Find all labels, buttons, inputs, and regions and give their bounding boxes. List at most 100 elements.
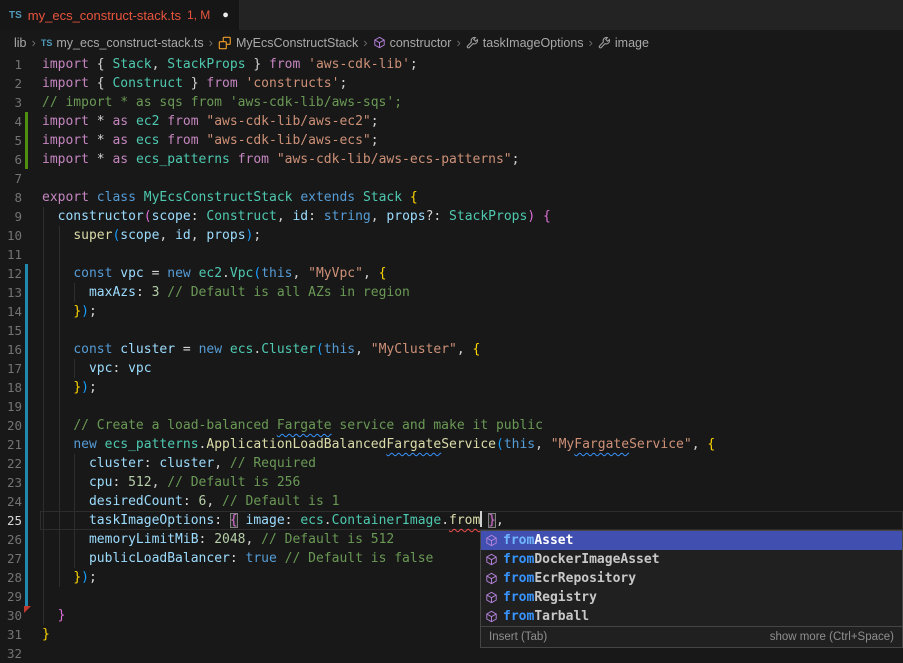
code-text[interactable]: import * as ecs from "aws-cdk-lib/aws-ec…	[42, 131, 903, 150]
code-line-12[interactable]: 12 const vpc = new ec2.Vpc(this, "MyVpc"…	[0, 264, 903, 283]
code-text[interactable]: });	[42, 302, 903, 321]
code-line-8[interactable]: 8export class MyEcsConstructStack extend…	[0, 188, 903, 207]
code-line-21[interactable]: 21 new ecs_patterns.ApplicationLoadBalan…	[0, 435, 903, 454]
code-text[interactable]: // Create a load-balanced Fargate servic…	[42, 416, 903, 435]
gutter[interactable]: 32	[0, 644, 42, 663]
gutter[interactable]: 12	[0, 264, 42, 283]
code-text[interactable]: import { Stack, StackProps } from 'aws-c…	[42, 55, 903, 74]
gutter[interactable]: 10	[0, 226, 42, 245]
code-text[interactable]: const vpc = new ec2.Vpc(this, "MyVpc", {	[42, 264, 903, 283]
code-text[interactable]: });	[42, 378, 903, 397]
code-line-13[interactable]: 13 maxAzs: 3 // Default is all AZs in re…	[0, 283, 903, 302]
code-line-23[interactable]: 23 cpu: 512, // Default is 256	[0, 473, 903, 492]
code-line-9[interactable]: 9 constructor(scope: Construct, id: stri…	[0, 207, 903, 226]
breadcrumb-item-image[interactable]: image	[598, 36, 649, 50]
gutter[interactable]: 19	[0, 397, 42, 416]
code-line-17[interactable]: 17 vpc: vpc	[0, 359, 903, 378]
code-line-10[interactable]: 10 super(scope, id, props);	[0, 226, 903, 245]
gutter[interactable]: 24	[0, 492, 42, 511]
gutter[interactable]: 27	[0, 549, 42, 568]
gutter[interactable]: 3	[0, 93, 42, 112]
gutter[interactable]: 31	[0, 625, 42, 644]
code-line-2[interactable]: 2import { Construct } from 'constructs';	[0, 74, 903, 93]
gutter[interactable]: 26	[0, 530, 42, 549]
code-text[interactable]: maxAzs: 3 // Default is all AZs in regio…	[42, 283, 903, 302]
gutter[interactable]: 8	[0, 188, 42, 207]
code-text[interactable]: import { Construct } from 'constructs';	[42, 74, 903, 93]
code-line-22[interactable]: 22 cluster: cluster, // Required	[0, 454, 903, 473]
gutter[interactable]: 13	[0, 283, 42, 302]
breadcrumb-item-lib[interactable]: lib	[14, 36, 27, 50]
gutter[interactable]: 29	[0, 587, 42, 606]
code-text[interactable]	[42, 321, 903, 340]
suggest-item-fromEcrRepository[interactable]: fromEcrRepository	[481, 569, 902, 588]
suggest-item-fromDockerImageAsset[interactable]: fromDockerImageAsset	[481, 550, 902, 569]
code-line-18[interactable]: 18 });	[0, 378, 903, 397]
gutter[interactable]: 28	[0, 568, 42, 587]
code-line-25[interactable]: 25 taskImageOptions: { image: ecs.Contai…	[0, 511, 903, 530]
code-editor[interactable]: 1import { Stack, StackProps } from 'aws-…	[0, 55, 903, 663]
suggest-item-fromRegistry[interactable]: fromRegistry	[481, 588, 902, 607]
code-line-16[interactable]: 16 const cluster = new ecs.Cluster(this,…	[0, 340, 903, 359]
gutter[interactable]: 25	[0, 511, 42, 530]
code-line-20[interactable]: 20 // Create a load-balanced Fargate ser…	[0, 416, 903, 435]
gutter[interactable]: 6	[0, 150, 42, 169]
suggest-show-more-hint[interactable]: show more (Ctrl+Space)	[770, 631, 894, 643]
gutter[interactable]: 11	[0, 245, 42, 264]
gutter[interactable]: 15	[0, 321, 42, 340]
code-text[interactable]: export class MyEcsConstructStack extends…	[42, 188, 903, 207]
code-text[interactable]: // import * as sqs from 'aws-cdk-lib/aws…	[42, 93, 903, 112]
gutter[interactable]: 5	[0, 131, 42, 150]
code-text[interactable]	[42, 245, 903, 264]
code-line-19[interactable]: 19	[0, 397, 903, 416]
code-line-1[interactable]: 1import { Stack, StackProps } from 'aws-…	[0, 55, 903, 74]
gutter[interactable]: 30	[0, 606, 42, 625]
code-text[interactable]: constructor(scope: Construct, id: string…	[42, 207, 903, 226]
gutter[interactable]: 4	[0, 112, 42, 131]
code-line-24[interactable]: 24 desiredCount: 6, // Default is 1	[0, 492, 903, 511]
breadcrumb-item-myecsconstructstack[interactable]: MyEcsConstructStack	[218, 36, 358, 50]
code-line-5[interactable]: 5import * as ecs from "aws-cdk-lib/aws-e…	[0, 131, 903, 150]
gutter[interactable]: 7	[0, 169, 42, 188]
code-text[interactable]: cluster: cluster, // Required	[42, 454, 903, 473]
code-line-11[interactable]: 11	[0, 245, 903, 264]
code-line-14[interactable]: 14 });	[0, 302, 903, 321]
code-text[interactable]: import * as ecs_patterns from "aws-cdk-l…	[42, 150, 903, 169]
gutter[interactable]: 14	[0, 302, 42, 321]
gutter[interactable]: 1	[0, 55, 42, 74]
code-text[interactable]	[42, 397, 903, 416]
tab-my-ecs-construct-stack[interactable]: TS my_ecs_construct-stack.ts 1, M ●	[0, 0, 240, 30]
code-line-6[interactable]: 6import * as ecs_patterns from "aws-cdk-…	[0, 150, 903, 169]
code-text[interactable]: new ecs_patterns.ApplicationLoadBalanced…	[42, 435, 903, 454]
gutter[interactable]: 22	[0, 454, 42, 473]
code-text[interactable]: const cluster = new ecs.Cluster(this, "M…	[42, 340, 903, 359]
suggest-item-fromAsset[interactable]: fromAsset	[481, 531, 902, 550]
suggest-item-fromTarball[interactable]: fromTarball	[481, 607, 902, 626]
gutter[interactable]: 21	[0, 435, 42, 454]
breadcrumb-item-taskimageoptions[interactable]: taskImageOptions	[466, 36, 584, 50]
breadcrumb-item-constructor[interactable]: constructor	[373, 36, 452, 50]
code-token: desiredCount	[89, 494, 183, 509]
code-text[interactable]: import * as ec2 from "aws-cdk-lib/aws-ec…	[42, 112, 903, 131]
gutter[interactable]: 17	[0, 359, 42, 378]
gutter[interactable]: 2	[0, 74, 42, 93]
gutter[interactable]: 20	[0, 416, 42, 435]
code-text[interactable]	[42, 169, 903, 188]
code-text[interactable]: desiredCount: 6, // Default is 1	[42, 492, 903, 511]
code-token: {	[707, 437, 715, 452]
gutter[interactable]: 18	[0, 378, 42, 397]
code-text[interactable]: taskImageOptions: { image: ecs.Container…	[42, 511, 903, 530]
gutter-added-indicator	[25, 131, 28, 150]
code-line-3[interactable]: 3// import * as sqs from 'aws-cdk-lib/aw…	[0, 93, 903, 112]
code-text[interactable]: super(scope, id, props);	[42, 226, 903, 245]
code-text[interactable]: vpc: vpc	[42, 359, 903, 378]
breadcrumb-item-my-ecs-construct-stack-ts[interactable]: TSmy_ecs_construct-stack.ts	[41, 36, 204, 50]
code-line-15[interactable]: 15	[0, 321, 903, 340]
gutter[interactable]: 23	[0, 473, 42, 492]
gutter[interactable]: 16	[0, 340, 42, 359]
gutter[interactable]: 9	[0, 207, 42, 226]
code-text[interactable]: cpu: 512, // Default is 256	[42, 473, 903, 492]
code-line-7[interactable]: 7	[0, 169, 903, 188]
unsaved-changes-dot-icon[interactable]: ●	[222, 9, 229, 21]
code-line-4[interactable]: 4import * as ec2 from "aws-cdk-lib/aws-e…	[0, 112, 903, 131]
